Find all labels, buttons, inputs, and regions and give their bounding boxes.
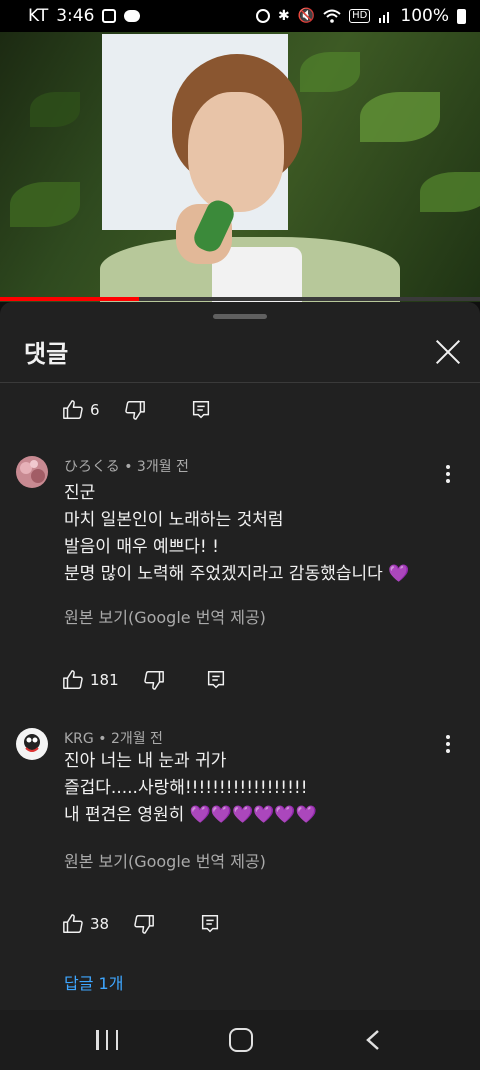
comment-time: 2개월 전	[110, 731, 163, 747]
drag-handle[interactable]	[213, 314, 267, 319]
dislike-icon	[143, 671, 164, 690]
like-icon	[63, 400, 83, 419]
divider	[0, 382, 480, 383]
comment-author: ひろくる • 3개월 전	[64, 459, 189, 475]
see-original-link[interactable]: 원본 보기(Google 번역 제공)	[64, 604, 266, 628]
hd-voice-icon: HD	[349, 9, 371, 23]
carrier-label: KT	[28, 6, 49, 26]
reply-button[interactable]	[190, 399, 212, 421]
dislike-icon	[134, 915, 154, 934]
battery-icon	[457, 8, 466, 24]
reply-button[interactable]	[199, 913, 221, 935]
author-name[interactable]: KRG	[64, 731, 94, 747]
video-progress-bar[interactable]	[0, 297, 480, 301]
see-original-link[interactable]: 원본 보기(Google 번역 제공)	[64, 848, 266, 872]
like-icon	[63, 914, 83, 933]
panel-title: 댓글	[24, 340, 69, 368]
like-button[interactable]: 38	[62, 913, 109, 935]
bluetooth-icon: ✱	[277, 8, 290, 24]
like-button[interactable]: 181	[62, 669, 119, 691]
clock: 3:46	[56, 6, 95, 26]
view-replies-link[interactable]: 답글 1개	[64, 970, 123, 994]
mute-icon: 🔇	[297, 8, 316, 24]
wifi-icon	[323, 9, 341, 23]
like-count: 38	[90, 915, 110, 933]
talk-icon	[124, 10, 141, 22]
video-player[interactable]	[0, 32, 480, 302]
recent-apps-button[interactable]	[96, 1030, 118, 1050]
dislike-icon	[124, 401, 145, 420]
comments-panel: 댓글 6 ひろくる • 3개월 전 진군 마치 일본인이 노래하는 것처럼 발음…	[0, 302, 480, 1070]
comment-body: 진군 마치 일본인이 노래하는 것처럼 발음이 매우 예쁘다! ! 분명 많이 …	[64, 483, 410, 584]
avatar[interactable]	[16, 728, 48, 760]
reply-button[interactable]	[205, 669, 227, 691]
home-button[interactable]	[229, 1028, 253, 1052]
like-count: 6	[90, 401, 100, 419]
heart-emoji: 💜	[388, 564, 410, 584]
like-count: 181	[90, 671, 119, 689]
like-icon	[63, 670, 83, 689]
comment-author: KRG • 2개월 전	[64, 731, 163, 747]
system-nav-bar	[0, 1010, 480, 1070]
comment-time: 3개월 전	[136, 459, 189, 475]
comment-actions: 6	[62, 396, 236, 424]
author-name[interactable]: ひろくる	[64, 459, 120, 475]
reply-icon	[202, 915, 219, 933]
video-progress-fill	[0, 297, 140, 301]
alarm-icon	[255, 9, 270, 23]
close-icon[interactable]	[434, 338, 462, 366]
reply-icon	[192, 401, 209, 419]
comment-actions: 38	[62, 910, 245, 938]
like-button[interactable]: 6	[62, 399, 100, 421]
comment-body: 진아 너는 내 눈과 귀가 즐겁다.....사랑해!!!!!!!!!!!!!!!…	[64, 751, 317, 825]
gallery-icon	[102, 9, 117, 23]
heart-emoji: 💜💜💜💜💜💜	[189, 805, 317, 825]
comment-actions: 181	[62, 666, 251, 694]
dislike-button[interactable]	[124, 399, 146, 421]
signal-icon	[379, 12, 390, 23]
avatar[interactable]	[16, 456, 48, 488]
reply-icon	[207, 671, 224, 689]
dislike-button[interactable]	[143, 669, 165, 691]
status-bar: KT 3:46 ✱ 🔇 HD 100%	[0, 0, 480, 32]
dislike-button[interactable]	[133, 913, 155, 935]
battery-percent: 100%	[400, 6, 449, 26]
back-button[interactable]	[366, 1030, 380, 1050]
